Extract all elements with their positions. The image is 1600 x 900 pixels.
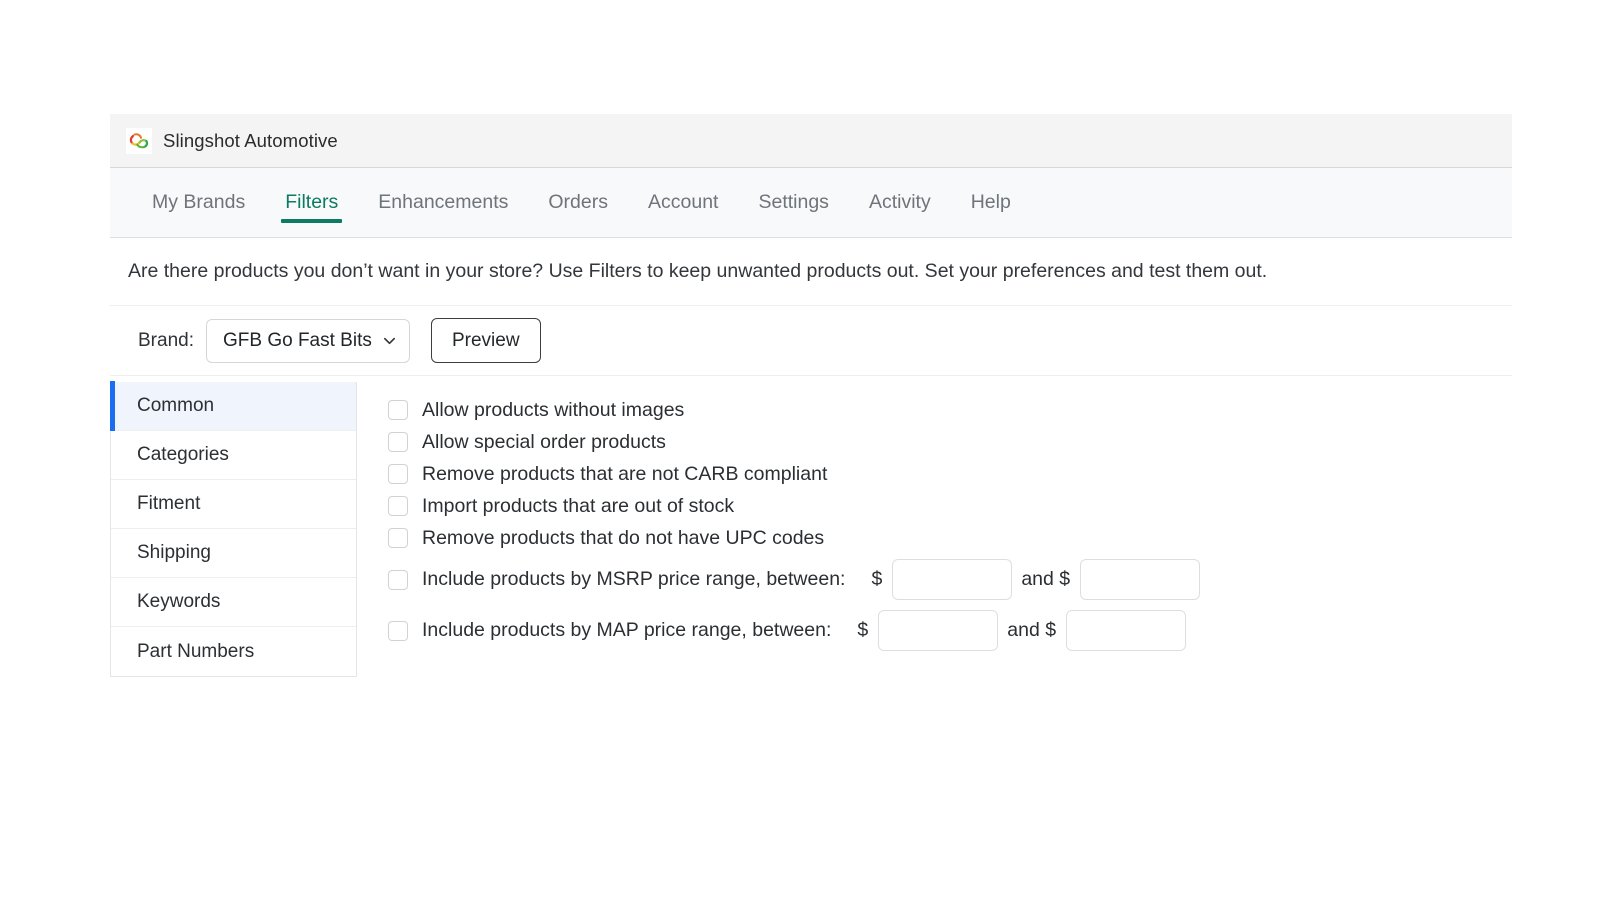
sidebar-item-shipping[interactable]: Shipping xyxy=(111,529,356,578)
option-label: Include products by MAP price range, bet… xyxy=(422,619,831,642)
checkbox-remove-not-carb-compliant[interactable] xyxy=(388,464,408,484)
option-row-import-out-of-stock: Import products that are out of stock xyxy=(388,490,1512,522)
msrp-min-price-input[interactable] xyxy=(892,559,1012,600)
option-label: Remove products that are not CARB compli… xyxy=(422,463,827,486)
app-title: Slingshot Automotive xyxy=(163,130,338,152)
nav-label: Enhancements xyxy=(378,191,508,214)
filter-category-tabs: Common Categories Fitment Shipping Keywo… xyxy=(110,382,357,677)
nav-item-help[interactable]: Help xyxy=(959,168,1023,237)
checkbox-allow-products-without-images[interactable] xyxy=(388,400,408,420)
option-row-allow-special-order-products: Allow special order products xyxy=(388,426,1512,458)
nav-item-account[interactable]: Account xyxy=(636,168,730,237)
nav-label: Filters xyxy=(285,191,338,214)
option-label: Include products by MSRP price range, be… xyxy=(422,568,845,591)
nav-label: Settings xyxy=(758,191,828,214)
map-range-conjunction: and $ xyxy=(1007,619,1056,642)
sidebar-item-label: Common xyxy=(137,395,214,417)
slingshot-loop-logo-icon xyxy=(126,128,152,154)
sidebar-item-fitment[interactable]: Fitment xyxy=(111,480,356,529)
option-row-map-price-range: Include products by MAP price range, bet… xyxy=(388,605,1512,656)
brand-select-value: GFB Go Fast Bits xyxy=(223,330,372,352)
sidebar-item-part-numbers[interactable]: Part Numbers xyxy=(111,627,356,676)
checkbox-allow-special-order-products[interactable] xyxy=(388,432,408,452)
sidebar-item-keywords[interactable]: Keywords xyxy=(111,578,356,627)
nav-label: My Brands xyxy=(152,191,245,214)
nav-label: Help xyxy=(971,191,1011,214)
intro-section: Are there products you don’t want in you… xyxy=(110,238,1512,306)
nav-item-my-brands[interactable]: My Brands xyxy=(140,168,257,237)
map-min-currency-symbol: $ xyxy=(857,619,868,642)
option-label: Import products that are out of stock xyxy=(422,495,734,518)
nav-label: Activity xyxy=(869,191,931,214)
brand-selector-row: Brand: GFB Go Fast Bits Preview xyxy=(110,306,1512,376)
option-row-remove-not-carb-compliant: Remove products that are not CARB compli… xyxy=(388,458,1512,490)
filters-body: Common Categories Fitment Shipping Keywo… xyxy=(110,376,1512,677)
option-row-allow-products-without-images: Allow products without images xyxy=(388,394,1512,426)
nav-label: Account xyxy=(648,191,718,214)
sidebar-item-common[interactable]: Common xyxy=(111,382,356,431)
brand-label: Brand: xyxy=(138,330,194,352)
map-max-price-input[interactable] xyxy=(1066,610,1186,651)
nav-item-filters[interactable]: Filters xyxy=(273,168,350,237)
nav-item-activity[interactable]: Activity xyxy=(857,168,943,237)
app-screenshot: Slingshot Automotive My Brands Filters E… xyxy=(0,0,1600,900)
main-navigation: My Brands Filters Enhancements Orders Ac… xyxy=(110,168,1512,238)
option-label: Remove products that do not have UPC cod… xyxy=(422,527,824,550)
sidebar-item-label: Fitment xyxy=(137,493,200,515)
checkbox-msrp-price-range[interactable] xyxy=(388,570,408,590)
msrp-min-currency-symbol: $ xyxy=(871,568,882,591)
checkbox-remove-no-upc-codes[interactable] xyxy=(388,528,408,548)
nav-item-enhancements[interactable]: Enhancements xyxy=(366,168,520,237)
map-min-price-input[interactable] xyxy=(878,610,998,651)
sidebar-item-categories[interactable]: Categories xyxy=(111,431,356,480)
preview-button[interactable]: Preview xyxy=(431,318,541,363)
option-label: Allow special order products xyxy=(422,431,666,454)
filter-options-panel: Allow products without images Allow spec… xyxy=(357,382,1512,656)
sidebar-item-label: Categories xyxy=(137,444,229,466)
intro-text: Are there products you don’t want in you… xyxy=(128,260,1267,283)
msrp-range-conjunction: and $ xyxy=(1021,568,1070,591)
msrp-max-price-input[interactable] xyxy=(1080,559,1200,600)
checkbox-import-out-of-stock[interactable] xyxy=(388,496,408,516)
sidebar-item-label: Part Numbers xyxy=(137,641,254,663)
nav-label: Orders xyxy=(548,191,608,214)
brand-select[interactable]: GFB Go Fast Bits xyxy=(206,319,410,363)
option-label: Allow products without images xyxy=(422,399,684,422)
option-row-msrp-price-range: Include products by MSRP price range, be… xyxy=(388,554,1512,605)
nav-item-orders[interactable]: Orders xyxy=(536,168,620,237)
sidebar-item-label: Keywords xyxy=(137,591,220,613)
preview-button-label: Preview xyxy=(452,330,520,352)
app-frame: Slingshot Automotive My Brands Filters E… xyxy=(110,114,1512,677)
nav-item-settings[interactable]: Settings xyxy=(746,168,840,237)
sidebar-item-label: Shipping xyxy=(137,542,211,564)
checkbox-map-price-range[interactable] xyxy=(388,621,408,641)
chevron-down-icon xyxy=(382,333,397,348)
app-header: Slingshot Automotive xyxy=(110,114,1512,168)
option-row-remove-no-upc-codes: Remove products that do not have UPC cod… xyxy=(388,522,1512,554)
